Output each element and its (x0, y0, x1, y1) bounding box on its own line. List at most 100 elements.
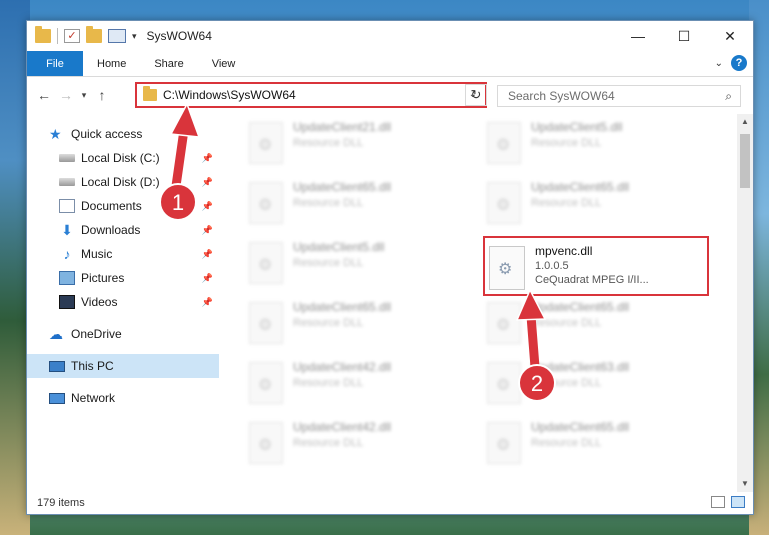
file-item[interactable]: UpdateClient42.dll Resource DLL (249, 416, 469, 472)
sidebar-item-label: This PC (71, 359, 114, 373)
sidebar-item-local-disk-d[interactable]: Local Disk (D:) 📌 (27, 170, 219, 194)
pin-icon[interactable]: 📌 (202, 297, 213, 308)
explorer-window: ✓ ▾ SysWOW64 — ☐ ✕ File Home Share View … (26, 20, 754, 515)
customize-qat-icon[interactable]: ▾ (132, 31, 137, 42)
sidebar-item-local-disk-c[interactable]: Local Disk (C:) 📌 (27, 146, 219, 170)
file-name: UpdateClient63.dll (531, 360, 630, 374)
file-item[interactable]: UpdateClient5.dll Resource DLL (249, 236, 469, 292)
onedrive-icon: ☁ (49, 326, 63, 342)
maximize-button[interactable]: ☐ (661, 21, 707, 51)
forward-arrow-icon[interactable]: → (55, 87, 77, 103)
tab-view[interactable]: View (198, 51, 250, 76)
file-name: UpdateClient21.dll (293, 120, 392, 134)
file-description: Resource DLL (531, 437, 602, 449)
file-item[interactable]: UpdateClient65.dll Resource DLL (249, 296, 469, 352)
dll-file-icon (249, 182, 283, 224)
scroll-up-icon[interactable]: ▲ (737, 114, 753, 130)
properties-check-icon[interactable]: ✓ (64, 29, 80, 43)
scroll-down-icon[interactable]: ▼ (737, 476, 753, 492)
pin-icon[interactable]: 📌 (202, 225, 213, 236)
file-item[interactable]: UpdateClient65.dll Resource DLL (487, 176, 707, 232)
address-path: C:\Windows\SysWOW64 (163, 88, 296, 102)
videos-icon (59, 295, 75, 309)
search-input[interactable]: Search SysWOW64 ⌕ (497, 85, 741, 107)
main-area: ★ Quick access Local Disk (C:) 📌 Local D… (27, 114, 753, 492)
title-bar: ✓ ▾ SysWOW64 — ☐ ✕ (27, 21, 753, 51)
sidebar-item-label: OneDrive (71, 327, 122, 341)
file-description: Resource DLL (293, 137, 364, 149)
details-view-icon[interactable] (711, 496, 725, 508)
pin-icon[interactable]: 📌 (202, 273, 213, 284)
dll-file-icon (487, 362, 521, 404)
properties-icon[interactable] (108, 29, 126, 43)
file-item-mpvenc[interactable]: mpvenc.dll 1.0.0.5 CeQuadrat MPEG I/II..… (489, 240, 709, 296)
file-list: UpdateClient21.dll Resource DLL UpdateCli… (219, 114, 753, 492)
new-folder-icon[interactable] (86, 26, 102, 43)
file-item[interactable]: UpdateClient5.dll Resource DLL (487, 116, 707, 172)
file-item[interactable]: UpdateClient65.dll Resource DLL (487, 416, 707, 472)
help-icon[interactable]: ? (731, 55, 747, 71)
disk-icon (59, 154, 75, 162)
vertical-scrollbar[interactable]: ▲ ▼ (737, 114, 753, 492)
file-name: UpdateClient42.dll (293, 360, 392, 374)
dll-file-icon (487, 182, 521, 224)
search-icon: ⌕ (725, 89, 732, 103)
recent-locations-icon[interactable]: ▾ (77, 90, 91, 101)
sidebar-item-documents[interactable]: Documents 📌 (27, 194, 219, 218)
close-button[interactable]: ✕ (707, 21, 753, 51)
folder-icon[interactable] (35, 26, 51, 43)
file-name: UpdateClient65.dll (293, 180, 392, 194)
file-description: Resource DLL (293, 377, 364, 389)
sidebar-item-label: Documents (81, 199, 142, 213)
file-version: 1.0.0.5 (535, 260, 569, 272)
sidebar-item-videos[interactable]: Videos 📌 (27, 290, 219, 314)
pin-icon[interactable]: 📌 (202, 249, 213, 260)
file-item[interactable]: UpdateClient65.dll Resource DLL (487, 296, 707, 352)
sidebar-item-this-pc[interactable]: This PC (27, 354, 219, 378)
refresh-button[interactable]: ↻ (465, 84, 487, 106)
navigation-bar: ← → ▾ ↑ C:\Windows\SysWOW64 ⌄ ↻ Search S… (27, 77, 753, 113)
scroll-thumb[interactable] (740, 134, 750, 188)
ribbon-right: ⌄ ? (715, 55, 747, 71)
network-icon (49, 392, 65, 404)
pin-icon[interactable]: 📌 (202, 177, 213, 188)
sidebar-item-network[interactable]: Network (27, 386, 219, 410)
window-controls: — ☐ ✕ (615, 21, 753, 51)
file-description: Resource DLL (293, 257, 364, 269)
up-arrow-icon[interactable]: ↑ (91, 87, 113, 103)
file-item[interactable]: UpdateClient65.dll Resource DLL (249, 176, 469, 232)
file-item[interactable]: UpdateClient63.dll Resource DLL (487, 356, 707, 412)
tab-file[interactable]: File (27, 51, 83, 76)
dll-file-icon (487, 122, 521, 164)
large-icons-view-icon[interactable] (731, 496, 745, 508)
downloads-icon: ⬇ (61, 222, 73, 238)
chevron-down-icon[interactable]: ⌄ (715, 58, 723, 69)
file-description: Resource DLL (293, 317, 364, 329)
dll-file-icon (487, 422, 521, 464)
minimize-button[interactable]: — (615, 21, 661, 51)
sidebar-item-label: Local Disk (C:) (81, 151, 160, 165)
sidebar-item-onedrive[interactable]: ☁ OneDrive (27, 322, 219, 346)
file-name: UpdateClient42.dll (293, 420, 392, 434)
file-name: mpvenc.dll (535, 244, 593, 258)
tab-share[interactable]: Share (140, 51, 197, 76)
file-item[interactable]: UpdateClient42.dll Resource DLL (249, 356, 469, 412)
file-item[interactable]: UpdateClient21.dll Resource DLL (249, 116, 469, 172)
file-name: UpdateClient5.dll (293, 240, 385, 254)
documents-icon (59, 199, 75, 213)
file-description: Resource DLL (531, 197, 602, 209)
back-arrow-icon[interactable]: ← (33, 87, 55, 103)
ribbon-tabs: File Home Share View ⌄ ? (27, 51, 753, 77)
pin-icon[interactable]: 📌 (202, 153, 213, 164)
star-icon: ★ (49, 126, 62, 142)
sidebar-item-quick-access[interactable]: ★ Quick access (27, 122, 219, 146)
sidebar-item-music[interactable]: ♪ Music 📌 (27, 242, 219, 266)
file-description: Resource DLL (531, 317, 602, 329)
pin-icon[interactable]: 📌 (202, 201, 213, 212)
search-placeholder: Search SysWOW64 (508, 89, 615, 103)
tab-home[interactable]: Home (83, 51, 140, 76)
sidebar-item-pictures[interactable]: Pictures 📌 (27, 266, 219, 290)
address-bar[interactable]: C:\Windows\SysWOW64 ⌄ (135, 82, 487, 108)
sidebar-item-label: Music (81, 247, 113, 261)
sidebar-item-downloads[interactable]: ⬇ Downloads 📌 (27, 218, 219, 242)
